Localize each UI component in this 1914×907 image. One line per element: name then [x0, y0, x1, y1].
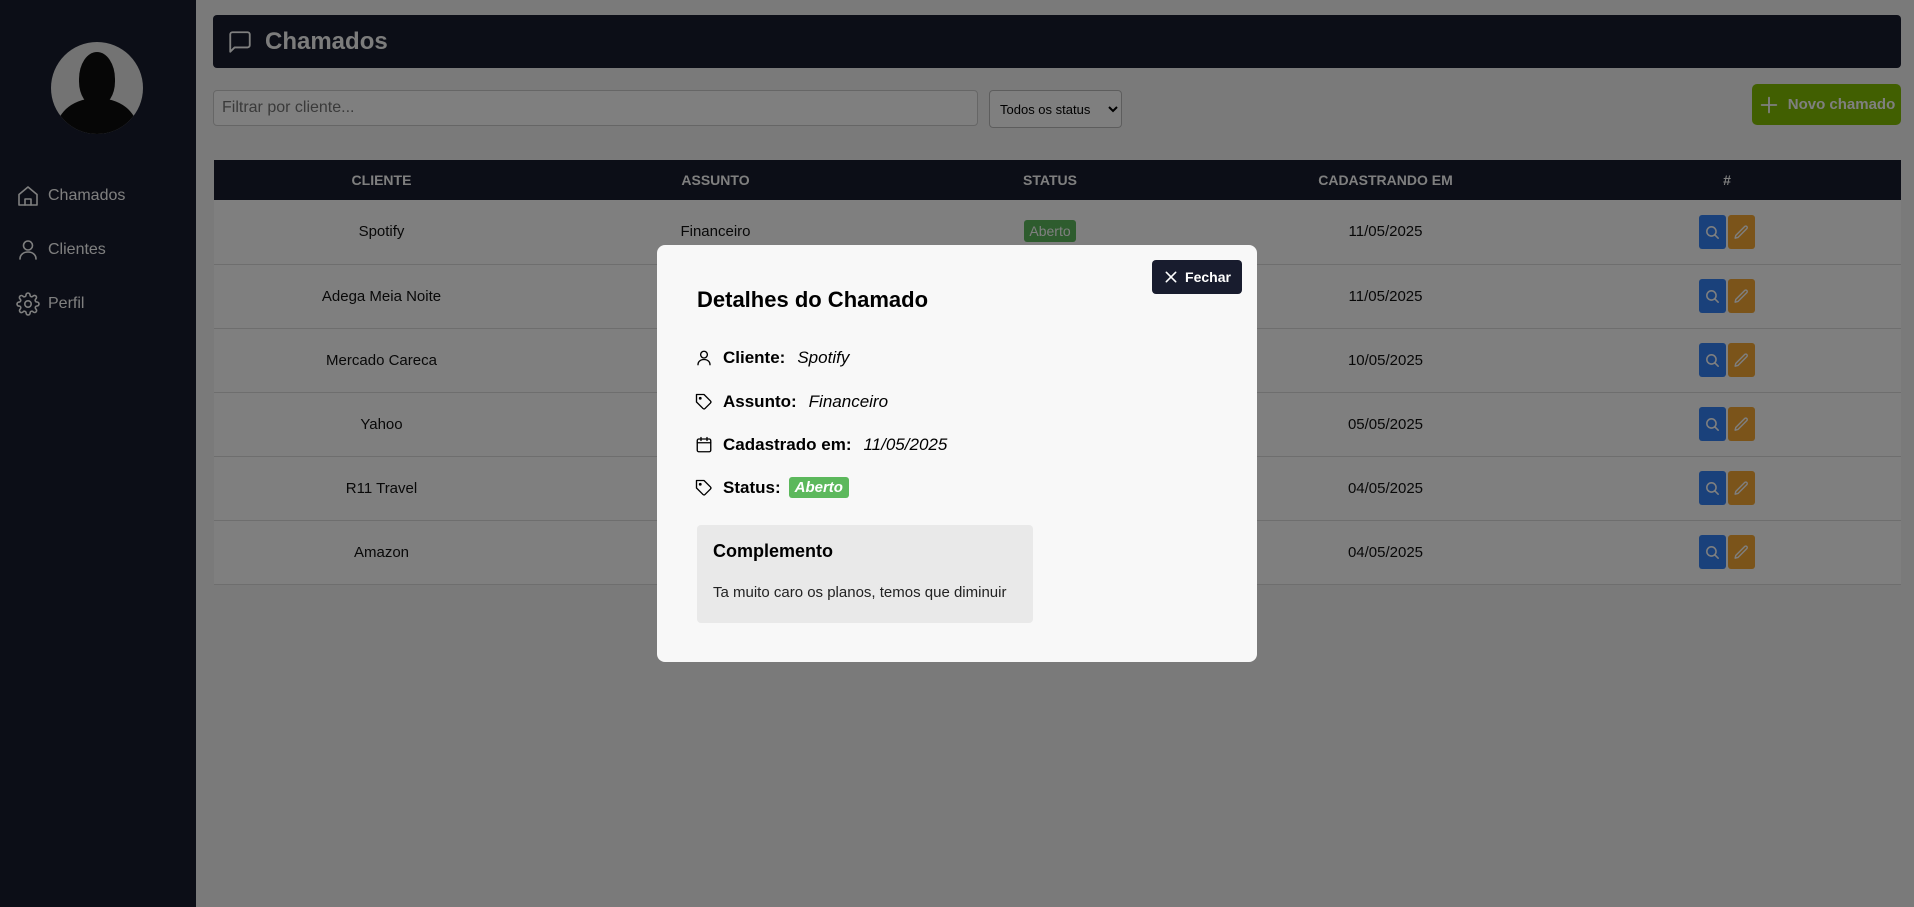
close-modal-button[interactable]: Fechar: [1152, 260, 1242, 294]
detail-label: Cliente:: [723, 348, 786, 367]
close-icon: [1165, 271, 1177, 283]
complemento-title: Complemento: [713, 541, 834, 561]
complemento-text: Ta muito caro os planos, temos que dimin…: [713, 584, 1007, 601]
detail-value: 11/05/2025: [863, 435, 948, 454]
ticket-details-modal: Fechar Detalhes do Chamado Cliente: Spot…: [657, 245, 1257, 662]
calendar-icon: [696, 436, 712, 453]
detail-label: Cadastrado em:: [723, 435, 852, 454]
status-badge: Aberto: [788, 477, 849, 498]
user-icon: [697, 350, 711, 366]
detail-label: Assunto:: [723, 392, 797, 411]
detail-assunto: Assunto: Financeiro: [695, 392, 888, 412]
close-label: Fechar: [1185, 269, 1231, 285]
tag-icon: [695, 479, 712, 496]
detail-value: Spotify: [797, 348, 850, 367]
complemento-box: Complemento Ta muito caro os planos, tem…: [697, 525, 1033, 623]
tag-icon: [695, 393, 712, 410]
detail-cadastrado: Cadastrado em: 11/05/2025: [695, 435, 947, 455]
detail-status: Status: Aberto: [695, 477, 849, 498]
modal-title: Detalhes do Chamado: [697, 287, 929, 312]
detail-label: Status:: [723, 477, 781, 497]
detail-cliente: Cliente: Spotify: [695, 348, 849, 368]
detail-value: Financeiro: [808, 392, 889, 411]
